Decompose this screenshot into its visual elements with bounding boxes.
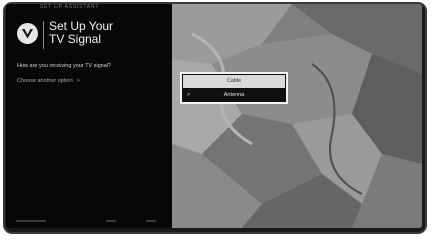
vizio-v-logo-icon — [17, 23, 38, 44]
tv-screen: SET UP ASSISTANT Set Up Your TV Signal H… — [6, 4, 422, 228]
choose-another-option-link[interactable]: Choose another option > — [17, 78, 80, 84]
footer-mark — [16, 220, 46, 222]
panel-footer — [6, 218, 172, 226]
title-divider — [43, 21, 44, 49]
background-photo — [172, 4, 422, 228]
page-title: Set Up Your TV Signal — [49, 20, 113, 46]
chevron-right-icon: > — [76, 78, 80, 84]
antenna-option-label: Antenna — [223, 92, 245, 98]
signal-question: How are you receiving your TV signal? — [17, 63, 112, 69]
top-caption: SET UP ASSISTANT — [40, 4, 100, 10]
page-title-line2: TV Signal — [49, 32, 102, 46]
setup-panel: SET UP ASSISTANT Set Up Your TV Signal H… — [6, 4, 172, 228]
cable-option-label: Cable — [226, 78, 242, 84]
antenna-option[interactable]: > Antenna — [183, 89, 285, 102]
choose-another-option-label: Choose another option — [17, 78, 73, 84]
signal-options-menu: Cable > Antenna — [180, 72, 288, 104]
chevron-right-icon: > — [187, 92, 191, 98]
footer-mark — [106, 220, 116, 222]
cable-option[interactable]: Cable — [183, 75, 285, 88]
footer-mark — [146, 220, 156, 222]
